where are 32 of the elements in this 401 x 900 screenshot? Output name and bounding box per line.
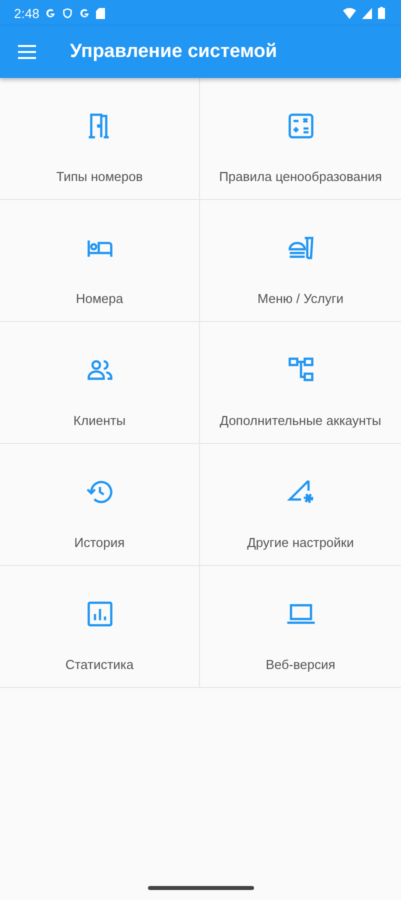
menu-tile[interactable]: Клиенты <box>0 322 200 444</box>
menu-tile[interactable]: Правила ценообразования <box>200 78 401 200</box>
menu-tile[interactable]: Дополнительные аккаунты <box>200 322 401 444</box>
shield-icon <box>62 8 74 18</box>
tile-label: Дополнительные аккаунты <box>220 413 382 428</box>
tile-label: Меню / Услуги <box>258 291 344 306</box>
menu-tile[interactable]: История <box>0 444 200 566</box>
battery-icon <box>378 7 385 19</box>
tile-label: Статистика <box>65 657 134 672</box>
google-icon <box>45 8 56 18</box>
app-title: Управление системой <box>70 41 278 63</box>
menu-tile[interactable]: Меню / Услуги <box>200 200 401 322</box>
calculator-icon <box>286 111 316 141</box>
status-time: 2:48 <box>14 6 40 20</box>
tile-label: Клиенты <box>73 413 126 428</box>
menu-tile[interactable]: Номера <box>0 200 200 322</box>
tile-label: История <box>74 535 125 550</box>
google-icon <box>79 8 90 18</box>
tile-label: Номера <box>76 291 124 306</box>
tile-label: Другие настройки <box>247 535 354 550</box>
tile-label: Правила ценообразования <box>219 169 382 184</box>
menu-tile[interactable]: Статистика <box>0 566 200 688</box>
tile-label: Типы номеров <box>56 169 143 184</box>
signal-icon <box>362 8 372 18</box>
sd-card-icon <box>96 8 106 18</box>
wifi-icon <box>343 8 356 18</box>
bar-chart-icon <box>84 599 114 629</box>
menu-tile[interactable]: Веб-версия <box>200 566 401 688</box>
menu-tile[interactable]: Типы номеров <box>0 78 200 200</box>
tile-label: Веб-версия <box>266 657 336 672</box>
menu-tile[interactable]: Другие настройки <box>200 444 401 566</box>
menu-icon <box>18 45 36 59</box>
